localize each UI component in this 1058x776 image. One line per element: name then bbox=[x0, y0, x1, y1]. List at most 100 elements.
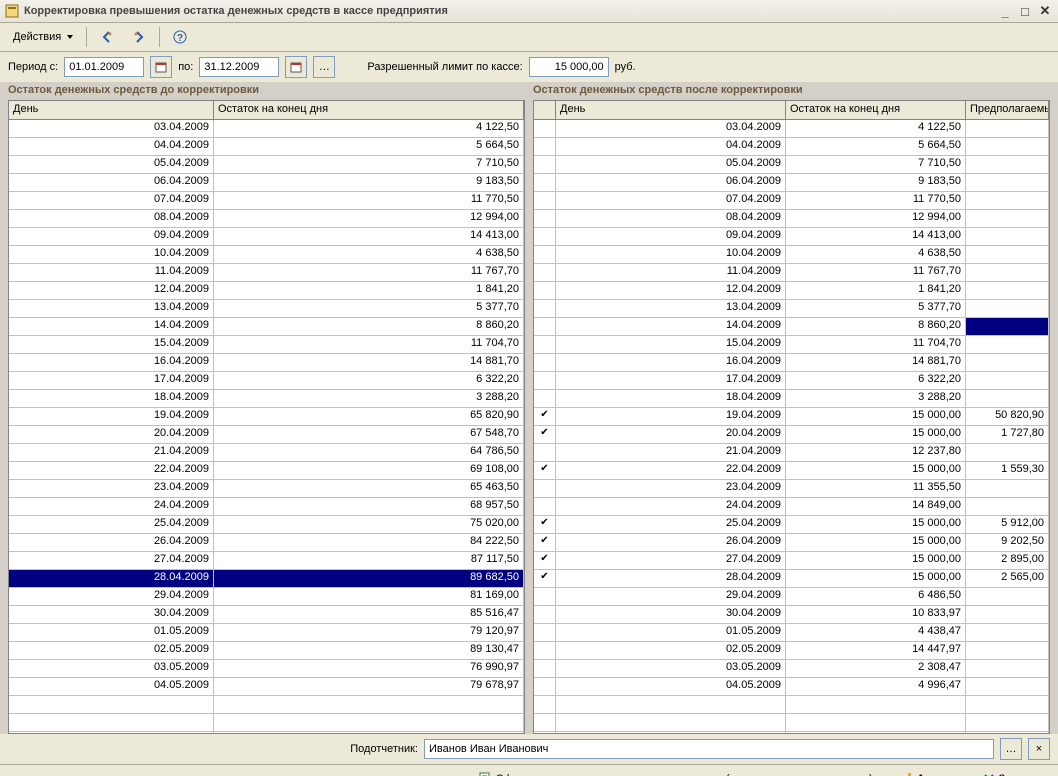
col-expense[interactable]: Предполагаемый расход bbox=[966, 101, 1049, 119]
cell-check[interactable] bbox=[534, 120, 556, 137]
cell-check[interactable] bbox=[534, 246, 556, 263]
limit-input[interactable] bbox=[529, 57, 609, 77]
table-row[interactable]: ✔19.04.200915 000,0050 820,90 bbox=[534, 408, 1049, 426]
table-row[interactable]: 02.05.200989 130,47 bbox=[9, 642, 524, 660]
cell-check[interactable] bbox=[534, 210, 556, 227]
table-row[interactable]: 12.04.20091 841,20 bbox=[534, 282, 1049, 300]
table-row[interactable]: 22.04.200969 108,00 bbox=[9, 462, 524, 480]
accountant-clear-button[interactable]: × bbox=[1028, 738, 1050, 760]
table-row[interactable]: 08.04.200912 994,00 bbox=[534, 210, 1049, 228]
table-row[interactable]: 23.04.200965 463,50 bbox=[9, 480, 524, 498]
table-row[interactable]: 17.04.20096 322,20 bbox=[9, 372, 524, 390]
cell-check[interactable] bbox=[534, 480, 556, 497]
cell-check[interactable] bbox=[534, 660, 556, 677]
table-row[interactable]: 19.04.200965 820,90 bbox=[9, 408, 524, 426]
generate-orders-button[interactable]: Сформировать расходные кассовые ордера (… bbox=[469, 768, 882, 776]
cell-check[interactable] bbox=[534, 642, 556, 659]
table-row[interactable]: 24.04.200968 957,50 bbox=[9, 498, 524, 516]
table-row[interactable]: 11.04.200911 767,70 bbox=[9, 264, 524, 282]
table-row[interactable]: 03.04.20094 122,50 bbox=[534, 120, 1049, 138]
analyze-button[interactable]: Анализ bbox=[890, 768, 966, 776]
cell-check[interactable]: ✔ bbox=[534, 516, 556, 533]
table-row[interactable]: ✔20.04.200915 000,001 727,80 bbox=[534, 426, 1049, 444]
cell-check[interactable] bbox=[534, 318, 556, 335]
table-row[interactable]: ✔22.04.200915 000,001 559,30 bbox=[534, 462, 1049, 480]
table-row[interactable]: 05.04.20097 710,50 bbox=[9, 156, 524, 174]
table-row[interactable]: 29.04.20096 486,50 bbox=[534, 588, 1049, 606]
maximize-button[interactable]: □ bbox=[1016, 3, 1034, 19]
cell-check[interactable]: ✔ bbox=[534, 570, 556, 587]
table-row[interactable]: 23.04.200911 355,50 bbox=[534, 480, 1049, 498]
table-row[interactable]: 04.04.20095 664,50 bbox=[534, 138, 1049, 156]
calendar-to-button[interactable] bbox=[285, 56, 307, 78]
cell-check[interactable] bbox=[534, 588, 556, 605]
table-row[interactable]: 24.04.200914 849,00 bbox=[534, 498, 1049, 516]
cell-check[interactable] bbox=[534, 282, 556, 299]
cell-check[interactable] bbox=[534, 678, 556, 695]
cell-check[interactable] bbox=[534, 228, 556, 245]
col-day[interactable]: День bbox=[556, 101, 786, 119]
cell-check[interactable] bbox=[534, 336, 556, 353]
col-balance[interactable]: Остаток на конец дня bbox=[786, 101, 966, 119]
cell-check[interactable]: ✔ bbox=[534, 462, 556, 479]
table-row[interactable]: 27.04.200987 117,50 bbox=[9, 552, 524, 570]
col-check[interactable] bbox=[534, 101, 556, 119]
table-row[interactable]: 21.04.200964 786,50 bbox=[9, 444, 524, 462]
col-day[interactable]: День bbox=[9, 101, 214, 119]
cell-check[interactable] bbox=[534, 606, 556, 623]
minimize-button[interactable]: _ bbox=[996, 3, 1014, 19]
cell-check[interactable]: ✔ bbox=[534, 534, 556, 551]
cell-check[interactable] bbox=[534, 192, 556, 209]
cell-check[interactable] bbox=[534, 138, 556, 155]
table-row[interactable]: 04.05.20094 996,47 bbox=[534, 678, 1049, 696]
cell-check[interactable] bbox=[534, 300, 556, 317]
period-from-input[interactable] bbox=[64, 57, 144, 77]
table-row[interactable]: 02.05.200914 447,97 bbox=[534, 642, 1049, 660]
cell-check[interactable] bbox=[534, 372, 556, 389]
table-row[interactable]: 03.05.20092 308,47 bbox=[534, 660, 1049, 678]
table-row[interactable]: 11.04.200911 767,70 bbox=[534, 264, 1049, 282]
table-row[interactable]: 09.04.200914 413,00 bbox=[534, 228, 1049, 246]
help-button[interactable]: ? bbox=[166, 26, 194, 48]
table-row[interactable]: 06.04.20099 183,50 bbox=[534, 174, 1049, 192]
table-row[interactable]: 16.04.200914 881,70 bbox=[9, 354, 524, 372]
cell-check[interactable] bbox=[534, 354, 556, 371]
calendar-from-button[interactable] bbox=[150, 56, 172, 78]
table-row[interactable]: 17.04.20096 322,20 bbox=[534, 372, 1049, 390]
table-row[interactable]: 04.05.200979 678,97 bbox=[9, 678, 524, 696]
right-grid[interactable]: День Остаток на конец дня Предполагаемый… bbox=[533, 100, 1050, 734]
table-row[interactable]: 15.04.200911 704,70 bbox=[534, 336, 1049, 354]
table-row[interactable]: ✔28.04.200915 000,002 565,00 bbox=[534, 570, 1049, 588]
table-row[interactable]: 03.04.20094 122,50 bbox=[9, 120, 524, 138]
table-row[interactable]: 07.04.200911 770,50 bbox=[9, 192, 524, 210]
table-row[interactable]: 10.04.20094 638,50 bbox=[9, 246, 524, 264]
table-row[interactable]: 16.04.200914 881,70 bbox=[534, 354, 1049, 372]
table-row[interactable]: 18.04.20093 288,20 bbox=[9, 390, 524, 408]
cell-check[interactable] bbox=[534, 156, 556, 173]
table-row[interactable]: 09.04.200914 413,00 bbox=[9, 228, 524, 246]
table-row[interactable]: 20.04.200967 548,70 bbox=[9, 426, 524, 444]
cell-check[interactable] bbox=[534, 444, 556, 461]
cell-check[interactable]: ✔ bbox=[534, 426, 556, 443]
table-row[interactable]: 05.04.20097 710,50 bbox=[534, 156, 1049, 174]
table-row[interactable]: ✔27.04.200915 000,002 895,00 bbox=[534, 552, 1049, 570]
table-row[interactable]: 13.04.20095 377,70 bbox=[9, 300, 524, 318]
cell-check[interactable] bbox=[534, 390, 556, 407]
table-row[interactable]: 01.05.200979 120,97 bbox=[9, 624, 524, 642]
table-row[interactable]: 30.04.200910 833,97 bbox=[534, 606, 1049, 624]
table-row[interactable]: 10.04.20094 638,50 bbox=[534, 246, 1049, 264]
table-row[interactable]: 04.04.20095 664,50 bbox=[9, 138, 524, 156]
table-row[interactable]: 07.04.200911 770,50 bbox=[534, 192, 1049, 210]
col-balance[interactable]: Остаток на конец дня bbox=[214, 101, 524, 119]
table-row[interactable]: 14.04.20098 860,20 bbox=[9, 318, 524, 336]
cell-check[interactable] bbox=[534, 498, 556, 515]
table-row[interactable]: 03.05.200976 990,97 bbox=[9, 660, 524, 678]
table-row[interactable]: 12.04.20091 841,20 bbox=[9, 282, 524, 300]
accountant-input[interactable] bbox=[424, 739, 994, 759]
table-row[interactable]: 30.04.200985 516,47 bbox=[9, 606, 524, 624]
close-button[interactable]: Закрыть bbox=[974, 768, 1050, 776]
close-window-button[interactable]: ✕ bbox=[1036, 3, 1054, 19]
table-row[interactable]: 21.04.200912 237,80 bbox=[534, 444, 1049, 462]
table-row[interactable]: ✔25.04.200915 000,005 912,00 bbox=[534, 516, 1049, 534]
nav-next-button[interactable] bbox=[125, 26, 153, 48]
